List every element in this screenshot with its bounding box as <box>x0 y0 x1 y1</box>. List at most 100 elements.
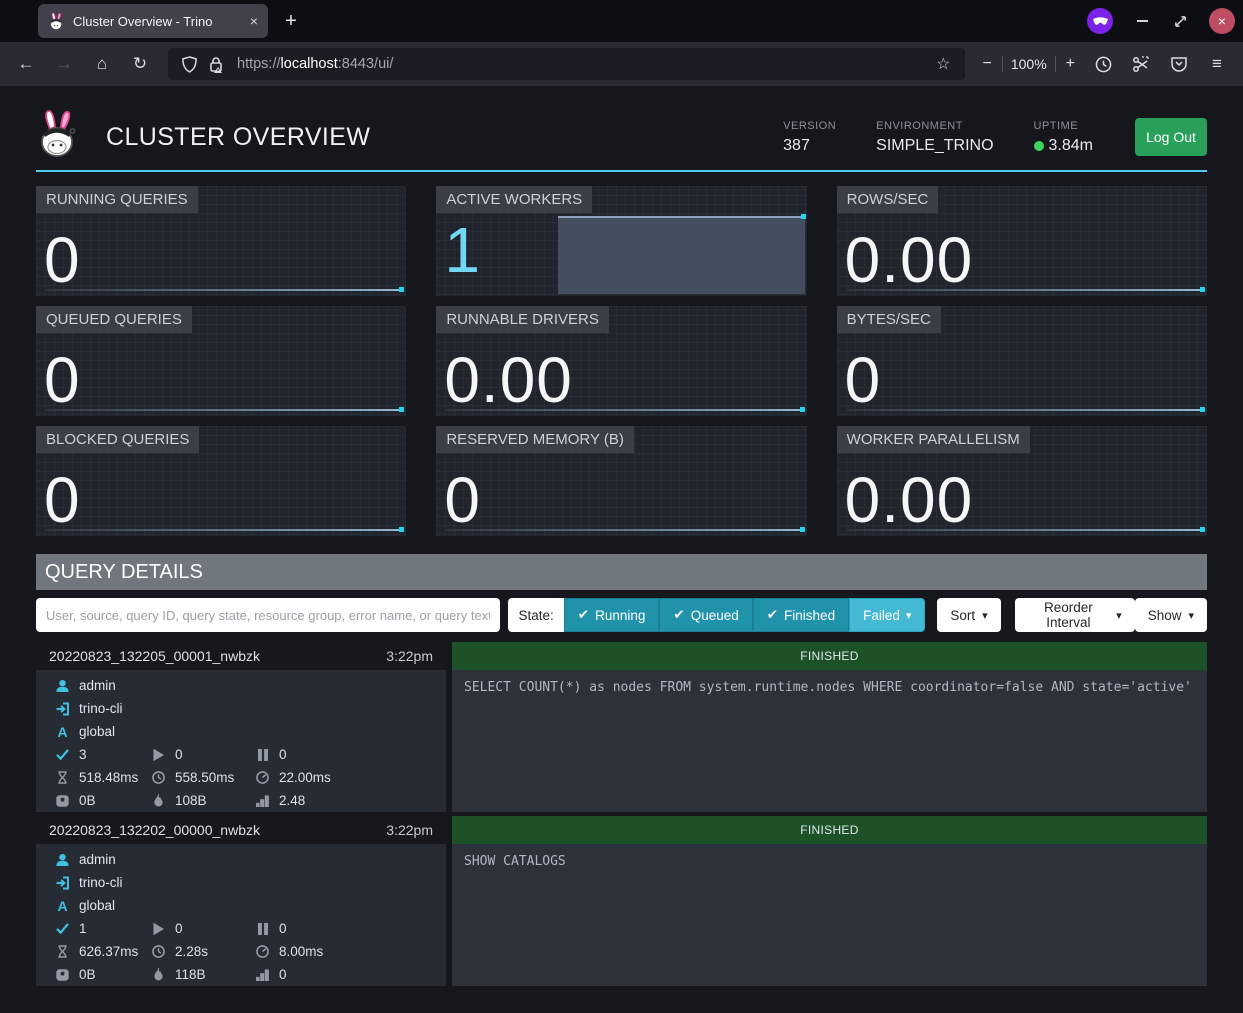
user-icon <box>55 853 70 867</box>
stat-card-rows-sec: ROWS/SEC 0.00 <box>837 186 1207 296</box>
browser-tab[interactable]: Cluster Overview - Trino × <box>38 4 268 38</box>
tab-title: Cluster Overview - Trino <box>73 14 212 29</box>
zoom-in-icon[interactable]: + <box>1064 55 1077 73</box>
query-row: 20220823_132202_00000_nwbzk 3:22pm FINIS… <box>36 816 1207 986</box>
menu-hamburger-icon[interactable]: ≡ <box>1201 49 1233 79</box>
uptime-block: UPTIME 3.84m <box>1034 120 1093 155</box>
query-resource-group: global <box>79 724 115 739</box>
stat-card-active-workers: ACTIVE WORKERS 1 <box>436 186 806 296</box>
trino-favicon <box>48 12 65 31</box>
history-clock-icon[interactable] <box>1087 49 1119 79</box>
check-icon: ✔ <box>578 607 589 623</box>
lock-warning-icon[interactable] <box>209 56 223 73</box>
query-resource-group: global <box>79 898 115 913</box>
query-time: 3:22pm <box>386 822 433 838</box>
check-icon: ✔ <box>673 607 684 623</box>
show-dropdown[interactable]: Show ▾ <box>1135 598 1207 632</box>
query-status-badge: FINISHED <box>452 642 1207 670</box>
parallelism-chart-icon <box>255 969 270 981</box>
trino-logo <box>36 108 80 160</box>
browser-navbar: ← → ⌂ ↻ https://localhost:8443/ui/ ☆ − 1… <box>0 42 1243 86</box>
close-button[interactable]: × <box>1209 8 1235 34</box>
query-source: trino-cli <box>79 875 123 890</box>
sparkline <box>847 529 1204 531</box>
sparkline <box>46 529 403 531</box>
parallelism-chart-icon <box>255 795 270 807</box>
url-text: https://localhost:8443/ui/ <box>237 56 930 72</box>
browser-titlebar: Cluster Overview - Trino × + × <box>0 0 1243 42</box>
running-splits-icon <box>151 749 166 761</box>
current-memory-scale-icon <box>55 795 70 807</box>
stat-card-runnable-drivers: RUNNABLE DRIVERS 0.00 <box>436 306 806 416</box>
elapsed-time-hourglass-icon <box>55 771 70 784</box>
page-header: CLUSTER OVERVIEW VERSION 387 ENVIRONMENT… <box>36 86 1207 172</box>
screenshot-scissors-icon[interactable] <box>1125 49 1157 79</box>
back-icon[interactable]: ← <box>10 49 42 79</box>
stat-card-worker-parallelism: WORKER PARALLELISM 0.00 <box>837 426 1207 536</box>
filter-running-button[interactable]: ✔ Running <box>564 598 660 632</box>
pocket-icon[interactable] <box>1163 49 1195 79</box>
query-id-link[interactable]: 20220823_132205_00001_nwbzk <box>49 648 260 664</box>
new-tab-button[interactable]: + <box>276 6 306 36</box>
filter-finished-button[interactable]: ✔ Finished <box>753 598 849 632</box>
minimize-button[interactable] <box>1133 12 1151 30</box>
logout-button[interactable]: Log Out <box>1135 118 1207 156</box>
sort-dropdown[interactable]: Sort ▾ <box>937 598 1000 632</box>
queued-splits-icon <box>255 749 270 761</box>
chevron-down-icon: ▾ <box>1188 609 1194 622</box>
query-user: admin <box>79 852 116 867</box>
source-login-icon <box>55 702 70 716</box>
sparkline <box>847 409 1204 411</box>
zoom-level[interactable]: 100% <box>1011 56 1047 72</box>
version-value: 387 <box>783 137 836 155</box>
query-details-section-title: QUERY DETAILS <box>36 554 1207 590</box>
query-sql-text: SHOW CATALOGS <box>452 844 1207 986</box>
bookmark-star-icon[interactable]: ☆ <box>930 54 956 74</box>
query-sql-text: SELECT COUNT(*) as nodes FROM system.run… <box>452 670 1207 812</box>
sparkline-area <box>558 216 804 294</box>
shield-icon[interactable] <box>182 56 197 73</box>
wall-time-clock-icon <box>151 945 166 958</box>
query-search-input[interactable] <box>36 598 500 632</box>
query-source: trino-cli <box>79 701 123 716</box>
stat-card-running-queries: RUNNING QUERIES 0 <box>36 186 406 296</box>
sparkline <box>446 529 803 531</box>
private-browsing-icon <box>1087 8 1113 34</box>
reload-icon[interactable]: ↻ <box>124 49 156 79</box>
wall-time-clock-icon <box>151 771 166 784</box>
url-bar[interactable]: https://localhost:8443/ui/ ☆ <box>168 48 965 80</box>
query-status-badge: FINISHED <box>452 816 1207 844</box>
restore-button[interactable] <box>1171 12 1189 30</box>
version-block: VERSION 387 <box>783 120 836 155</box>
elapsed-time-hourglass-icon <box>55 945 70 958</box>
trino-cluster-overview-page: CLUSTER OVERVIEW VERSION 387 ENVIRONMENT… <box>0 86 1243 1013</box>
check-icon: ✔ <box>767 607 778 623</box>
resource-group-icon: A <box>55 724 70 740</box>
stat-card-blocked-queries: BLOCKED QUERIES 0 <box>36 426 406 536</box>
uptime-label: UPTIME <box>1034 120 1093 132</box>
uptime-value: 3.84m <box>1049 137 1093 155</box>
query-user: admin <box>79 678 116 693</box>
zoom-out-icon[interactable]: − <box>981 55 994 73</box>
filter-queued-button[interactable]: ✔ Queued <box>659 598 752 632</box>
cpu-time-gauge-icon <box>255 771 270 784</box>
forward-icon[interactable]: → <box>48 49 80 79</box>
user-icon <box>55 679 70 693</box>
state-filter-label: State: <box>508 598 563 632</box>
running-splits-icon <box>151 923 166 935</box>
chevron-down-icon: ▾ <box>906 609 912 622</box>
completed-splits-icon <box>55 923 70 934</box>
environment-label: ENVIRONMENT <box>876 120 993 132</box>
filter-failed-dropdown[interactable]: Failed ▾ <box>849 598 925 632</box>
resource-group-icon: A <box>55 898 70 914</box>
reorder-interval-dropdown[interactable]: Reorder Interval ▾ <box>1015 598 1135 632</box>
query-row: 20220823_132205_00001_nwbzk 3:22pm FINIS… <box>36 642 1207 812</box>
cumulative-memory-fire-icon <box>151 794 166 807</box>
cumulative-memory-fire-icon <box>151 968 166 981</box>
home-icon[interactable]: ⌂ <box>86 49 118 79</box>
tab-close-icon[interactable]: × <box>244 13 258 29</box>
chevron-down-icon: ▾ <box>1116 609 1122 622</box>
query-id-link[interactable]: 20220823_132202_00000_nwbzk <box>49 822 260 838</box>
environment-block: ENVIRONMENT SIMPLE_TRINO <box>876 120 993 155</box>
version-label: VERSION <box>783 120 836 132</box>
